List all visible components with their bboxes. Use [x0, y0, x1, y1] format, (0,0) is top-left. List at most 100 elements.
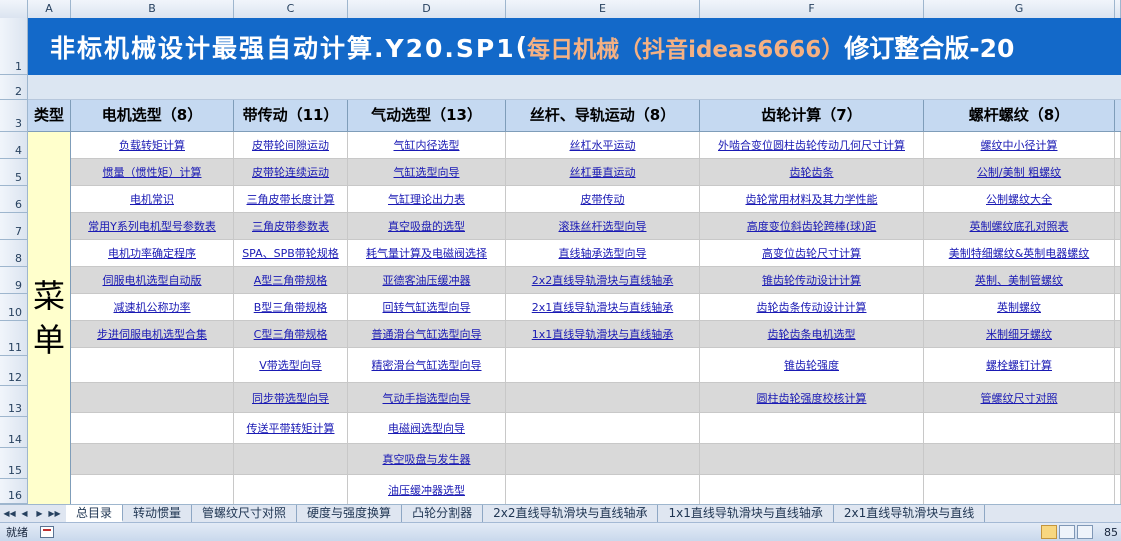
table-cell[interactable]: 米制细牙螺纹	[924, 321, 1115, 347]
table-cell[interactable]	[1115, 240, 1121, 266]
menu-link[interactable]: 常用Y系列电机型号参数表	[88, 218, 216, 234]
table-cell[interactable]: 滚珠丝杆选型向导	[506, 213, 700, 239]
worksheet-grid[interactable]: 非标机械设计最强自动计算.Y20.SP1(每日机械（抖音ideas6666） 修订…	[28, 18, 1121, 504]
menu-link[interactable]: 步进伺服电机选型合集	[97, 326, 207, 342]
table-cell[interactable]: 气缸理论出力表	[348, 186, 506, 212]
table-cell[interactable]	[1115, 132, 1121, 158]
table-cell[interactable]: 常用Y系列电机型号参数表	[71, 213, 234, 239]
row-header-5[interactable]: 5	[0, 159, 28, 186]
table-cell[interactable]	[506, 444, 700, 474]
menu-link[interactable]: 丝杠垂直运动	[570, 164, 636, 180]
menu-link[interactable]: 真空吸盘的选型	[388, 218, 465, 234]
table-cell[interactable]	[1115, 186, 1121, 212]
table-cell[interactable]: 皮带轮连续运动	[234, 159, 348, 185]
row-header-13[interactable]: 13	[0, 386, 28, 417]
menu-link[interactable]: 皮带轮连续运动	[252, 164, 329, 180]
table-cell[interactable]	[234, 444, 348, 474]
table-cell[interactable]: 高度变位斜齿轮跨棒(球)距	[700, 213, 924, 239]
menu-link[interactable]: 齿轮常用材料及其力学性能	[746, 191, 878, 207]
table-cell[interactable]: 减速机公称功率	[71, 294, 234, 320]
sheet-tab[interactable]: 总目录	[66, 505, 124, 522]
menu-link[interactable]: 负载转矩计算	[119, 137, 185, 153]
table-cell[interactable]: 亚德客油压缓冲器	[348, 267, 506, 293]
menu-link[interactable]: 耗气量计算及电磁阀选择	[366, 245, 487, 261]
table-cell[interactable]: 电磁阀选型向导	[348, 413, 506, 443]
table-cell[interactable]: 螺纹中小径计算	[924, 132, 1115, 158]
category-header-gear[interactable]: 齿轮计算（7）	[700, 100, 924, 132]
table-cell[interactable]	[1115, 383, 1121, 412]
sheet-tab[interactable]: 凸轮分割器	[402, 505, 484, 522]
table-cell[interactable]: A型三角带规格	[234, 267, 348, 293]
row-header-1[interactable]: 1	[0, 18, 28, 75]
prev-sheet-icon[interactable]: ◀	[17, 507, 32, 521]
menu-link[interactable]: B型三角带规格	[254, 299, 328, 315]
table-cell[interactable]: 耗气量计算及电磁阀选择	[348, 240, 506, 266]
blank-row[interactable]	[28, 75, 1121, 100]
menu-link[interactable]: 直线轴承选型向导	[559, 245, 647, 261]
table-cell[interactable]	[924, 413, 1115, 443]
menu-link[interactable]: 滚珠丝杆选型向导	[559, 218, 647, 234]
table-cell[interactable]: 步进伺服电机选型合集	[71, 321, 234, 347]
table-cell[interactable]: C型三角带规格	[234, 321, 348, 347]
row-header-4[interactable]: 4	[0, 132, 28, 159]
table-cell[interactable]	[1115, 444, 1121, 474]
row-header-7[interactable]: 7	[0, 213, 28, 240]
column-header-g[interactable]: G	[924, 0, 1115, 18]
table-cell[interactable]: 回转气缸选型向导	[348, 294, 506, 320]
table-cell[interactable]: 齿轮齿条传动设计计算	[700, 294, 924, 320]
menu-link[interactable]: 公制螺纹大全	[986, 191, 1052, 207]
menu-link[interactable]: 三角皮带参数表	[252, 218, 329, 234]
row-header-9[interactable]: 9	[0, 267, 28, 294]
table-cell[interactable]	[700, 475, 924, 504]
menu-link[interactable]: 精密滑台气缸选型向导	[372, 357, 482, 373]
menu-link[interactable]: 电机常识	[130, 191, 174, 207]
table-cell[interactable]	[506, 475, 700, 504]
menu-link[interactable]: 米制细牙螺纹	[986, 326, 1052, 342]
table-cell[interactable]: 丝杠垂直运动	[506, 159, 700, 185]
table-cell[interactable]: 英制螺纹底孔对照表	[924, 213, 1115, 239]
table-cell[interactable]: 螺栓螺钉计算	[924, 348, 1115, 382]
table-cell[interactable]: V带选型向导	[234, 348, 348, 382]
table-cell[interactable]: 高变位齿轮尺寸计算	[700, 240, 924, 266]
table-cell[interactable]	[71, 413, 234, 443]
table-cell[interactable]: 2x2直线导轨滑块与直线轴承	[506, 267, 700, 293]
menu-link[interactable]: 电磁阀选型向导	[388, 420, 465, 436]
table-cell[interactable]	[234, 475, 348, 504]
menu-link[interactable]: 三角皮带长度计算	[247, 191, 335, 207]
sheet-tab[interactable]: 2x2直线导轨滑块与直线轴承	[483, 505, 659, 522]
table-cell[interactable]	[1115, 294, 1121, 320]
menu-link[interactable]: 皮带轮间隙运动	[252, 137, 329, 153]
category-header-thread[interactable]: 螺杆螺纹（8）	[924, 100, 1115, 132]
next-sheet-icon[interactable]: ▶	[32, 507, 47, 521]
table-cell[interactable]	[924, 475, 1115, 504]
menu-link[interactable]: SPA、SPB带轮规格	[242, 245, 339, 261]
menu-link[interactable]: 传送平带转矩计算	[247, 420, 335, 436]
table-cell[interactable]: 公制/美制 粗螺纹	[924, 159, 1115, 185]
category-header-belt[interactable]: 带传动（11）	[234, 100, 348, 132]
column-header-d[interactable]: D	[348, 0, 506, 18]
table-cell[interactable]: 齿轮齿条电机选型	[700, 321, 924, 347]
menu-link[interactable]: 电机功率确定程序	[108, 245, 196, 261]
row-header-2[interactable]: 2	[0, 75, 28, 100]
page-layout-view-icon[interactable]	[1059, 525, 1075, 539]
table-cell[interactable]	[700, 444, 924, 474]
table-cell[interactable]: 皮带轮间隙运动	[234, 132, 348, 158]
table-cell[interactable]	[1115, 267, 1121, 293]
table-cell[interactable]: 真空吸盘与发生器	[348, 444, 506, 474]
menu-link[interactable]: C型三角带规格	[254, 326, 328, 342]
table-cell[interactable]: 锥齿轮传动设计计算	[700, 267, 924, 293]
table-cell[interactable]: 2x1直线导轨滑块与直线轴承	[506, 294, 700, 320]
menu-link[interactable]: 英制、美制管螺纹	[975, 272, 1063, 288]
row-header-11[interactable]: 11	[0, 321, 28, 356]
sheet-tab[interactable]: 转动惯量	[123, 505, 193, 522]
sheet-tab[interactable]: 1x1直线导轨滑块与直线轴承	[658, 505, 834, 522]
table-cell[interactable]: 惯量（惯性矩）计算	[71, 159, 234, 185]
macro-record-icon[interactable]	[40, 526, 54, 538]
table-cell[interactable]	[1115, 475, 1121, 504]
column-header-a[interactable]: A	[28, 0, 71, 18]
menu-link[interactable]: 外啮合变位圆柱齿轮传动几何尺寸计算	[718, 137, 905, 153]
table-cell[interactable]	[1115, 159, 1121, 185]
menu-link[interactable]: 皮带传动	[581, 191, 625, 207]
sheet-tab[interactable]: 硬度与强度换算	[297, 505, 403, 522]
table-cell[interactable]	[1115, 348, 1121, 382]
